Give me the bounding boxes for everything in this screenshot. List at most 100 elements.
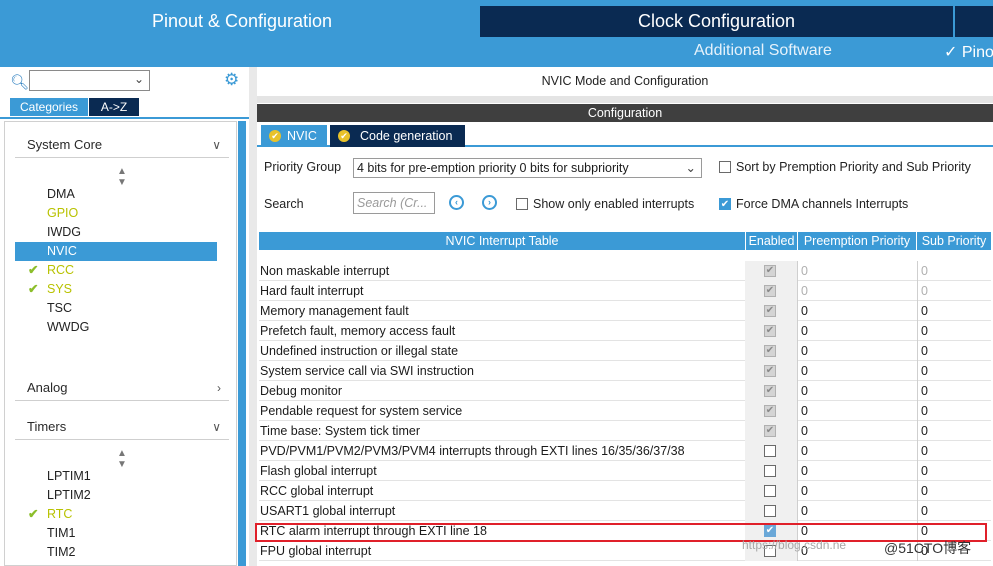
table-row[interactable]: Hard fault interrupt ✔ 0 0 (259, 281, 991, 301)
interrupt-search-input[interactable]: Search (Cr... (353, 192, 435, 214)
sub-priority-cell[interactable]: 0 (917, 421, 991, 441)
sub-priority-cell[interactable]: 0 (917, 261, 991, 281)
list-item-rtc[interactable]: ✔ RTC (15, 505, 217, 524)
column-header-enabled[interactable]: Enabled (746, 232, 797, 250)
preemption-priority-cell[interactable]: 0 (797, 361, 917, 381)
sub-priority-cell[interactable]: 0 (917, 341, 991, 361)
sub-priority-cell[interactable]: 0 (917, 321, 991, 341)
list-item-iwdg[interactable]: IWDG (15, 223, 217, 242)
list-item-tsc[interactable]: TSC (15, 299, 217, 318)
tab-label: Code generation (360, 129, 453, 143)
sub-priority-cell[interactable]: 0 (917, 401, 991, 421)
pinout-view-menu[interactable]: ✓ Pino (944, 42, 993, 62)
enabled-cell: ✔ (745, 361, 797, 381)
panel-divider[interactable] (249, 67, 257, 566)
tab-a-z[interactable]: A->Z (89, 98, 139, 116)
table-row[interactable]: PVD/PVM1/PVM2/PVM3/PVM4 interrupts throu… (259, 441, 991, 461)
list-item-nvic[interactable]: NVIC (15, 242, 217, 261)
list-item-lptim1[interactable]: LPTIM1 (15, 467, 217, 486)
preemption-priority-cell[interactable]: 0 (797, 381, 917, 401)
sub-priority-cell[interactable]: 0 (917, 361, 991, 381)
table-row[interactable]: Prefetch fault, memory access fault ✔ 0 0 (259, 321, 991, 341)
search-next-button[interactable]: › (482, 195, 497, 210)
preemption-priority-cell[interactable]: 0 (797, 401, 917, 421)
preemption-priority-cell[interactable]: 0 (797, 501, 917, 521)
preemption-priority-cell[interactable]: 0 (797, 281, 917, 301)
table-row[interactable]: Pendable request for system service ✔ 0 0 (259, 401, 991, 421)
enabled-cell (745, 481, 797, 501)
category-tree: System Core ∨ ▲ ▼ DMA GPIO IWDG NVIC ✔ RCC… (4, 121, 237, 566)
enabled-cell: ✔ (745, 381, 797, 401)
table-row[interactable]: RCC global interrupt 0 0 (259, 481, 991, 501)
column-header-sub-priority[interactable]: Sub Priority (917, 232, 991, 250)
sub-priority-cell[interactable]: 0 (917, 481, 991, 501)
table-row[interactable]: Time base: System tick timer ✔ 0 0 (259, 421, 991, 441)
sub-priority-cell[interactable]: 0 (917, 441, 991, 461)
sub-priority-cell[interactable]: 0 (917, 281, 991, 301)
enabled-cell: ✔ (745, 421, 797, 441)
table-row[interactable]: USART1 global interrupt 0 0 (259, 501, 991, 521)
chevron-right-icon[interactable]: › (217, 375, 221, 401)
sort-priority-checkbox[interactable] (719, 161, 731, 173)
column-header-interrupt[interactable]: NVIC Interrupt Table (259, 232, 745, 250)
category-timers[interactable]: Timers ∨ (15, 414, 229, 440)
table-row[interactable]: Memory management fault ✔ 0 0 (259, 301, 991, 321)
preemption-priority-cell[interactable]: 0 (797, 341, 917, 361)
list-item-dma[interactable]: DMA (15, 185, 217, 204)
show-enabled-checkbox[interactable] (516, 198, 528, 210)
table-row[interactable]: Non maskable interrupt ✔ 0 0 (259, 261, 991, 281)
category-search-combo[interactable]: ⌄ (29, 70, 150, 91)
additional-software-link[interactable]: Additional Software (694, 42, 832, 60)
table-row[interactable]: Undefined instruction or illegal state ✔ 0… (259, 341, 991, 361)
list-item-gpio[interactable]: GPIO (15, 204, 217, 223)
sub-priority-cell[interactable]: 0 (917, 381, 991, 401)
list-item-rcc[interactable]: ✔ RCC (15, 261, 217, 280)
gear-icon[interactable]: ⚙ (224, 70, 239, 90)
list-item-lptim2[interactable]: LPTIM2 (15, 486, 217, 505)
enabled-checkbox[interactable] (764, 465, 776, 477)
list-item-tim1[interactable]: TIM1 (15, 524, 217, 543)
tab-nvic[interactable]: ✔ NVIC (261, 125, 327, 147)
preemption-priority-cell[interactable]: 0 (797, 321, 917, 341)
tab-categories[interactable]: Categories (10, 98, 88, 116)
preemption-priority-cell[interactable]: 0 (797, 481, 917, 501)
list-item-sys[interactable]: ✔ SYS (15, 280, 217, 299)
chevron-down-icon[interactable]: ⌄ (686, 159, 696, 177)
sub-priority-cell[interactable]: 0 (917, 301, 991, 321)
table-row[interactable]: Debug monitor ✔ 0 0 (259, 381, 991, 401)
sub-priority-cell[interactable]: 0 (917, 501, 991, 521)
tab-pinout-configuration[interactable]: Pinout & Configuration (5, 6, 479, 37)
search-previous-button[interactable]: ‹ (449, 195, 464, 210)
list-item-wwdg[interactable]: WWDG (15, 318, 217, 337)
tab-project-manager[interactable] (955, 6, 993, 37)
table-row[interactable]: FPU global interrupt 0 0 (259, 541, 991, 561)
vertical-scrollbar[interactable] (238, 121, 246, 566)
search-icon[interactable]: 🔍︎ (10, 73, 29, 91)
chevron-down-icon[interactable]: ∨ (212, 414, 221, 440)
preemption-priority-cell[interactable]: 0 (797, 421, 917, 441)
category-analog[interactable]: Analog › (15, 375, 229, 401)
priority-group-select[interactable]: 4 bits for pre-emption priority 0 bits f… (353, 158, 702, 178)
preemption-priority-cell[interactable]: 0 (797, 301, 917, 321)
force-dma-checkbox[interactable]: ✔ (719, 198, 731, 210)
enabled-checkbox[interactable] (764, 505, 776, 517)
tab-code-generation[interactable]: ✔ Code generation (330, 125, 465, 147)
sub-priority-cell[interactable]: 0 (917, 461, 991, 481)
list-item-tim2[interactable]: TIM2 (15, 543, 217, 562)
preemption-priority-cell[interactable]: 0 (797, 461, 917, 481)
enabled-checkbox: ✔ (764, 405, 776, 417)
category-system-core[interactable]: System Core ∨ (15, 132, 229, 158)
table-row[interactable]: System service call via SWI instruction ✔… (259, 361, 991, 381)
column-header-preemption[interactable]: Preemption Priority (798, 232, 916, 250)
mode-title: NVIC Mode and Configuration (257, 67, 993, 95)
enabled-checkbox[interactable] (764, 485, 776, 497)
chevron-down-icon[interactable]: ⌄ (134, 72, 144, 86)
list-item-label: NVIC (47, 244, 77, 258)
enabled-checkbox[interactable] (764, 445, 776, 457)
table-row[interactable]: Flash global interrupt 0 0 (259, 461, 991, 481)
preemption-priority-cell[interactable]: 0 (797, 261, 917, 281)
tab-clock-configuration[interactable]: Clock Configuration (480, 6, 953, 37)
main-panel: NVIC Mode and Configuration Configuratio… (257, 67, 993, 566)
chevron-down-icon[interactable]: ∨ (212, 132, 221, 158)
preemption-priority-cell[interactable]: 0 (797, 441, 917, 461)
